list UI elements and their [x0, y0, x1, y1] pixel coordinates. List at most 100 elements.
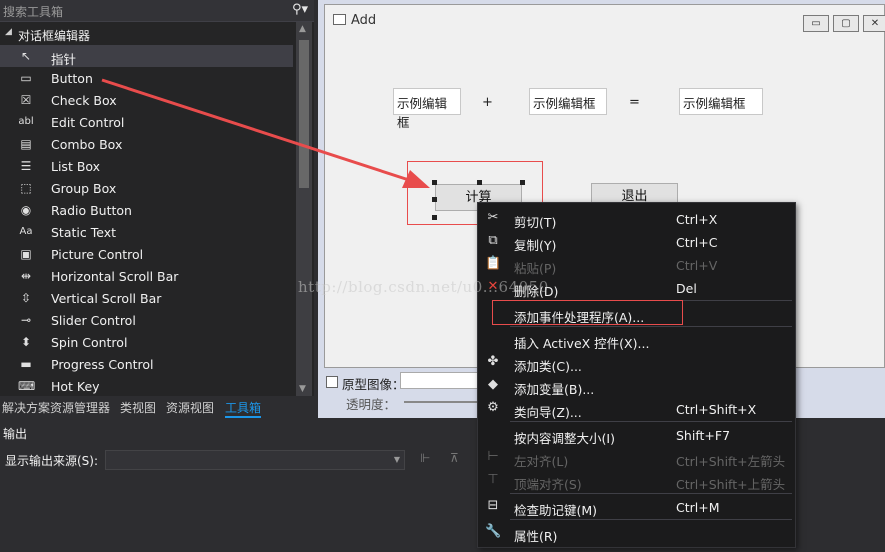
spin-icon: ⬍: [20, 335, 32, 349]
tab-solution-explorer[interactable]: 解决方案资源管理器: [2, 399, 110, 416]
toolbox-item[interactable]: ⬍ Spin Control: [0, 331, 293, 353]
prototype-image-checkbox[interactable]: [326, 376, 338, 388]
close-icon: ✕: [863, 15, 885, 32]
edit-box-1[interactable]: 示例编辑框: [393, 88, 461, 130]
output-source-label: 显示输出来源(S):: [5, 454, 99, 468]
pointer-icon: ↖: [20, 49, 32, 63]
edit-box-3[interactable]: 示例编辑框: [679, 88, 763, 115]
toolbox-item-label: Group Box: [51, 181, 117, 196]
toolbox-item-label: Slider Control: [51, 313, 136, 328]
scrollbar-thumb[interactable]: [299, 40, 309, 188]
prototype-image-label: 原型图像：: [342, 377, 405, 392]
toolbox-item[interactable]: ⊸ Slider Control: [0, 309, 293, 331]
toolbox-item-list: ↖ 指针 ▭ Button ☒ Check Box abl Edit Control ▤ Comb…: [0, 45, 296, 397]
scroll-down-icon[interactable]: ▼: [299, 384, 306, 394]
resize-handle[interactable]: [520, 180, 525, 185]
collapse-triangle-icon[interactable]: ◢: [5, 27, 12, 37]
menu-item-label: 检查助记键(M): [514, 503, 598, 518]
listbox-icon: ☰: [20, 159, 32, 173]
opacity-slider[interactable]: [404, 401, 484, 403]
menu-item-label: 粘贴(P): [514, 261, 557, 276]
menu-item[interactable]: ⧉ 复制(Y) Ctrl+C: [478, 230, 795, 253]
toolbox-item[interactable]: ⬚ Group Box: [0, 177, 293, 199]
toolbox-group-header[interactable]: ◢ 对话框编辑器: [0, 24, 296, 44]
menu-item[interactable]: 按内容调整大小(I) Shift+F7: [478, 423, 795, 446]
prev-message-icon[interactable]: ⊼: [450, 451, 459, 465]
toolbox-item[interactable]: ⌨ Hot Key: [0, 375, 293, 397]
toolbox-item-label: 指针: [51, 52, 77, 67]
opacity-label: 透明度：: [346, 397, 397, 412]
button-icon: ▭: [20, 71, 32, 85]
menu-item-shortcut: Ctrl+V: [676, 258, 718, 273]
menu-item[interactable]: ✤ 添加类(C)...: [478, 351, 795, 374]
toolbox-item[interactable]: ☰ List Box: [0, 155, 293, 177]
static-text-icon: Aa: [19, 226, 33, 237]
resize-handle[interactable]: [432, 180, 437, 185]
hscroll-icon: ⇹: [20, 269, 32, 283]
toolbox-panel: 搜索工具箱 ⚲▾ ◢ 对话框编辑器 ↖ 指针 ▭ Button ☒ Check Box ab…: [0, 0, 314, 396]
toolbox-item-label: Progress Control: [51, 357, 154, 372]
toolbox-item[interactable]: ⇳ Vertical Scroll Bar: [0, 287, 293, 309]
menu-item[interactable]: 🔧 属性(R): [478, 521, 795, 544]
menu-item-label: 插入 ActiveX 控件(X)...: [514, 336, 650, 351]
tab-resource-view[interactable]: 资源视图: [166, 399, 214, 416]
toolbox-item[interactable]: abl Edit Control: [0, 111, 293, 133]
chevron-down-icon[interactable]: ▼: [394, 455, 400, 464]
progress-icon: ▬: [20, 357, 32, 371]
toolbox-search[interactable]: 搜索工具箱 ⚲▾: [0, 0, 314, 22]
menu-item-label: 添加类(C)...: [514, 359, 582, 374]
toolbox-item[interactable]: ↖ 指针: [0, 45, 293, 67]
resize-handle[interactable]: [432, 215, 437, 220]
menu-item-label: 属性(R): [514, 529, 558, 544]
menu-separator: [510, 493, 792, 494]
toolbox-scrollbar[interactable]: ▲ ▼: [296, 22, 312, 396]
toolbox-item[interactable]: ▭ Button: [0, 67, 293, 89]
toolbox-item[interactable]: Aa Static Text: [0, 221, 293, 243]
menu-item[interactable]: 📋 粘贴(P) Ctrl+V: [478, 253, 795, 276]
toolbox-item[interactable]: ▬ Progress Control: [0, 353, 293, 375]
copy-icon: ⧉: [488, 233, 498, 248]
menu-item[interactable]: ⊢ 左对齐(L) Ctrl+Shift+左箭头: [478, 446, 795, 469]
search-icon[interactable]: ⚲▾: [292, 2, 308, 17]
menu-item[interactable]: ⊤ 顶端对齐(S) Ctrl+Shift+上箭头: [478, 469, 795, 492]
toolbox-item[interactable]: ☒ Check Box: [0, 89, 293, 111]
menu-item-shortcut: Ctrl+Shift+上箭头: [676, 477, 786, 492]
toolbox-item-label: Picture Control: [51, 247, 144, 262]
toolbox-item-label: Horizontal Scroll Bar: [51, 269, 179, 284]
minimize-icon: ▭: [803, 15, 829, 32]
class-wizard-icon: ⚙: [487, 400, 499, 415]
prototype-image-path-field[interactable]: [400, 372, 480, 389]
resize-handle[interactable]: [432, 197, 437, 202]
output-source-select[interactable]: ▼: [105, 450, 405, 470]
toolbox-search-input[interactable]: 搜索工具箱: [3, 3, 63, 20]
toolbox-item[interactable]: ◉ Radio Button: [0, 199, 293, 221]
resize-handle[interactable]: [477, 180, 482, 185]
toolbox-item-label: Spin Control: [51, 335, 128, 350]
context-menu: ✂ 剪切(T) Ctrl+X ⧉ 复制(Y) Ctrl+C 📋 粘贴(P) Ctrl+V ✕ 删除(…: [477, 202, 796, 548]
menu-item-label: 复制(Y): [514, 238, 557, 253]
edit-box-2[interactable]: 示例编辑框: [529, 88, 607, 115]
goto-line-icon[interactable]: ⊩: [420, 451, 430, 465]
check-mnemonics-icon: ⊟: [487, 498, 499, 513]
menu-item[interactable]: 插入 ActiveX 控件(X)...: [478, 328, 795, 351]
menu-item[interactable]: ⊟ 检查助记键(M) Ctrl+M: [478, 495, 795, 518]
tab-toolbox[interactable]: 工具箱: [225, 399, 262, 418]
toolbox-item[interactable]: ▣ Picture Control: [0, 243, 293, 265]
radio-icon: ◉: [20, 203, 32, 217]
watermark-text: http://blog.csdn.net/u0...64050: [298, 278, 549, 296]
menu-item[interactable]: ◆ 添加变量(B)...: [478, 374, 795, 397]
menu-item-shortcut: Del: [676, 281, 697, 296]
plus-label: +: [482, 95, 493, 110]
menu-item[interactable]: ✂ 剪切(T) Ctrl+X: [478, 207, 795, 230]
hotkey-icon: ⌨: [18, 379, 36, 393]
toolbox-item[interactable]: ▤ Combo Box: [0, 133, 293, 155]
toolbox-item[interactable]: ⇹ Horizontal Scroll Bar: [0, 265, 293, 287]
vscroll-icon: ⇳: [20, 291, 32, 305]
tab-class-view[interactable]: 类视图: [120, 399, 156, 416]
toolbox-item-label: Static Text: [51, 225, 116, 240]
toolbox-item-label: Radio Button: [51, 203, 132, 218]
add-class-icon: ✤: [487, 354, 499, 369]
menu-item-label: 按内容调整大小(I): [514, 431, 615, 446]
scroll-up-icon[interactable]: ▲: [299, 24, 306, 34]
menu-item[interactable]: ⚙ 类向导(Z)... Ctrl+Shift+X: [478, 397, 795, 420]
